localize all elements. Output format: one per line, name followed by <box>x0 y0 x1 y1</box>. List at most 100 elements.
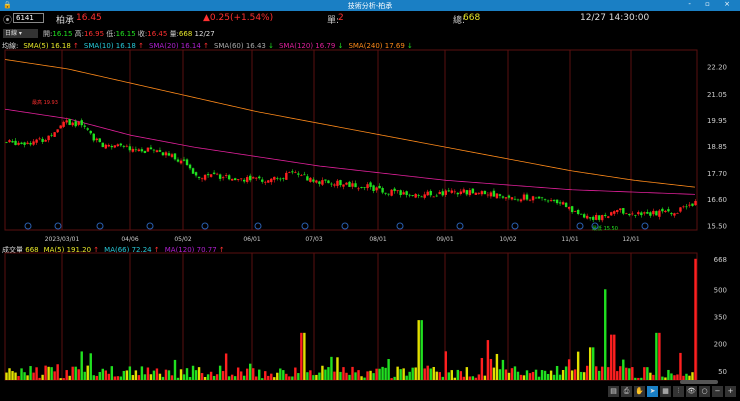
volume-bar <box>360 376 363 380</box>
toolbar-button[interactable]: ⫶ <box>673 386 684 397</box>
candle-body <box>453 191 457 193</box>
candle-body <box>682 206 685 208</box>
volume-bar <box>628 368 631 380</box>
candle-body <box>173 153 177 160</box>
volume-bar <box>173 359 177 380</box>
volume-bar <box>471 376 475 380</box>
candle-body <box>378 185 381 189</box>
candle-body <box>230 178 234 181</box>
volume-bar <box>537 376 541 380</box>
candle-body <box>336 180 339 186</box>
volume-bar <box>528 373 532 380</box>
toolbar-button[interactable]: ✋ <box>634 386 645 397</box>
volume-bar <box>570 370 574 380</box>
candle-body <box>601 215 604 221</box>
volume-bar <box>540 370 544 380</box>
volume-bar <box>110 366 114 380</box>
candle-body <box>525 194 529 200</box>
candle-body <box>534 197 538 199</box>
volume-bar <box>77 369 80 380</box>
candle-body <box>570 206 574 213</box>
candle-body <box>62 121 65 127</box>
candle-body <box>471 188 475 194</box>
candle-body <box>423 194 426 198</box>
toolbar-button[interactable]: ⎙ <box>621 386 632 397</box>
candle-body <box>384 192 387 194</box>
candle-body <box>444 190 447 195</box>
volume-bar <box>98 372 101 380</box>
volume-bar <box>495 353 499 380</box>
volume-bar <box>164 369 168 380</box>
event-marker-icon <box>54 222 62 230</box>
candle-body <box>209 174 213 177</box>
volume-bar <box>221 371 225 380</box>
volume-bar <box>161 376 165 380</box>
volume-bar <box>552 374 556 380</box>
volume-bar <box>387 358 390 380</box>
toolbar-button[interactable]: ▦ <box>660 386 671 397</box>
candle-body <box>643 212 646 214</box>
candle-body <box>143 150 147 153</box>
candle-body <box>567 206 571 209</box>
volume-bar <box>255 376 258 380</box>
toolbar-button[interactable]: ➤ <box>647 386 658 397</box>
candle-body <box>303 174 306 176</box>
volume-bar <box>200 373 204 380</box>
volume-bar <box>691 372 694 380</box>
candle-body <box>279 178 282 180</box>
candle-body <box>691 203 694 206</box>
volume-bar <box>429 368 432 380</box>
candle-body <box>528 199 532 201</box>
volume-bar <box>480 357 484 380</box>
candle-body <box>414 193 417 198</box>
candle-body <box>74 121 77 127</box>
candle-body <box>59 125 62 129</box>
candle-body <box>649 212 652 216</box>
price-tick-label: 19.95 <box>707 117 727 125</box>
toolbar-button[interactable]: 👁 <box>686 386 697 397</box>
toolbar-button[interactable]: ▤ <box>608 386 619 397</box>
toolbar-button[interactable]: + <box>725 386 736 397</box>
volume-bar <box>128 366 132 380</box>
candle-body <box>35 139 38 143</box>
volume-bar <box>101 368 104 380</box>
volume-bar <box>218 365 222 380</box>
toolbar-button[interactable]: − <box>712 386 723 397</box>
x-tick-label: 06/01 <box>243 236 260 243</box>
volume-bar <box>420 320 423 380</box>
volume-bar <box>546 373 550 380</box>
chart-canvas[interactable]: 2023/03/01 04/06 05/02 06/01 07/03 08/01 09/01… <box>0 0 740 401</box>
volume-bar <box>393 376 396 380</box>
volume-bar <box>44 365 47 380</box>
volume-bar <box>582 372 586 380</box>
volume-bar <box>294 367 297 380</box>
event-marker-icon <box>396 222 404 230</box>
candle-body <box>137 149 141 152</box>
candle-body <box>507 195 511 198</box>
high-annotation: 最高 19.93 <box>32 99 58 106</box>
candle-body <box>185 159 189 165</box>
candle-body <box>655 211 658 216</box>
volume-bar <box>11 371 14 380</box>
event-marker-icon <box>301 222 309 230</box>
candle-body <box>140 149 144 152</box>
candle-body <box>128 146 132 151</box>
candle-body <box>522 194 526 200</box>
volume-bar <box>345 372 348 380</box>
candle-body <box>330 183 333 185</box>
volume-bar <box>489 358 493 380</box>
volume-bar <box>188 377 192 380</box>
candle-body <box>53 132 56 137</box>
volume-bar <box>261 378 264 380</box>
volume-bar <box>625 367 628 380</box>
candle-body <box>607 216 610 218</box>
candle-body <box>462 189 466 193</box>
volume-bar <box>694 258 697 380</box>
volume-bar <box>258 369 261 380</box>
volume-bar <box>206 374 210 380</box>
candle-body <box>107 145 111 147</box>
horizontal-scrollbar[interactable] <box>680 380 718 384</box>
toolbar-button[interactable]: ○ <box>699 386 710 397</box>
candle-body <box>610 212 613 216</box>
volume-bar <box>381 366 384 380</box>
